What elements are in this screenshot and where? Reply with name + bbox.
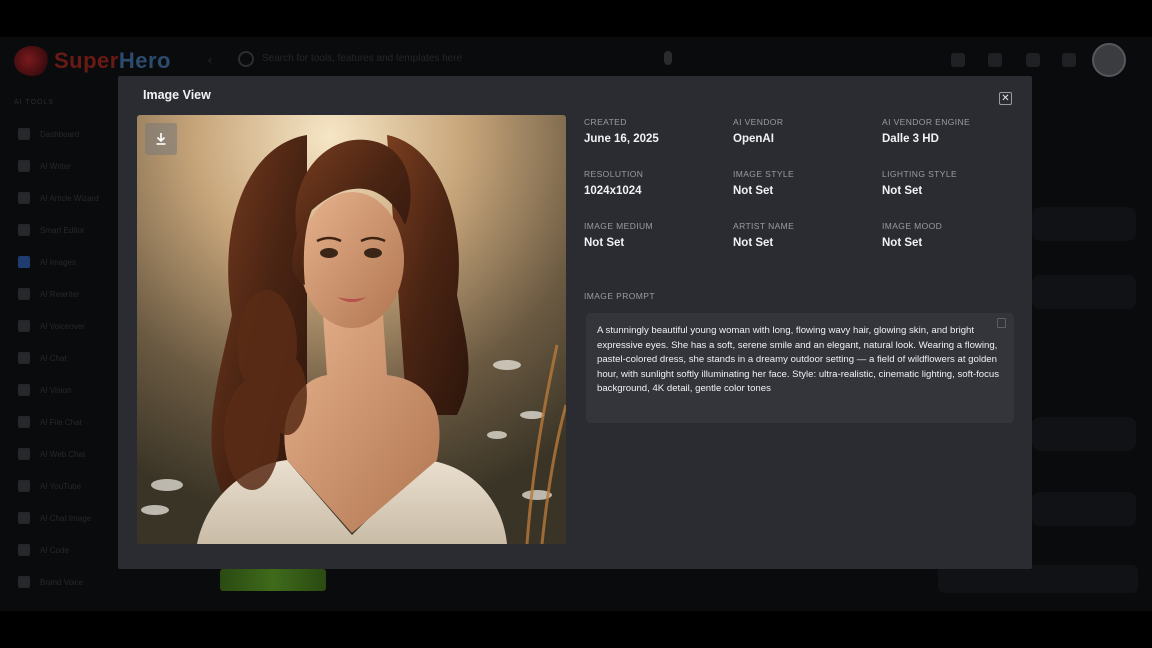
right-panel-card bbox=[1032, 492, 1136, 526]
meta-image-mood: IMAGE MOOD Not Set bbox=[882, 221, 943, 249]
meta-created: CREATED June 16, 2025 bbox=[584, 117, 659, 145]
sidebar-item-icon bbox=[18, 576, 30, 588]
download-button[interactable] bbox=[145, 123, 177, 155]
download-icon bbox=[156, 133, 166, 145]
sidebar-item-icon bbox=[18, 384, 30, 396]
sidebar-item[interactable]: AI Writer bbox=[18, 159, 118, 173]
sidebar-item[interactable]: AI YouTube bbox=[18, 479, 118, 493]
portrait-image bbox=[137, 115, 566, 544]
sidebar-title: AI TOOLS bbox=[14, 99, 55, 106]
right-panel-card bbox=[1032, 275, 1136, 309]
sidebar-item[interactable]: AI Web Chat bbox=[18, 447, 118, 461]
right-panel-card bbox=[1032, 417, 1136, 451]
meta-artist-name: ARTIST NAME Not Set bbox=[733, 221, 795, 249]
sidebar-item[interactable]: AI Rewriter bbox=[18, 287, 118, 301]
search-icon[interactable] bbox=[238, 51, 254, 67]
sidebar-item-icon bbox=[18, 416, 30, 428]
sidebar-item-icon bbox=[18, 320, 30, 332]
meta-image-medium: IMAGE MEDIUM Not Set bbox=[584, 221, 654, 249]
sidebar-item-label: AI Chat Image bbox=[40, 513, 92, 523]
search-input[interactable]: Search for tools, features and templates… bbox=[262, 53, 462, 64]
sidebar-item-icon bbox=[18, 128, 30, 140]
sidebar-item-label: Brand Voice bbox=[40, 577, 84, 587]
sidebar-item-label: AI Article Wizard bbox=[40, 193, 99, 203]
image-view-modal: Image View ✕ CREATED June 16, 2025 AI VE… bbox=[118, 76, 1032, 569]
sidebar-item-label: AI Writer bbox=[40, 161, 71, 171]
meta-ai-vendor: AI VENDOR OpenAI bbox=[733, 117, 784, 145]
sidebar-item[interactable]: AI Vision bbox=[18, 383, 118, 397]
sidebar-item-label: AI Images bbox=[40, 257, 77, 267]
sidebar-item-icon bbox=[18, 480, 30, 492]
sidebar: AI TOOLS Dashboard AI Writer AI Article Wi… bbox=[0, 85, 118, 611]
sidebar-item-label: AI Web Chat bbox=[40, 449, 86, 459]
sidebar-item-label: AI Code bbox=[40, 545, 69, 555]
copy-icon[interactable] bbox=[997, 318, 1006, 328]
theme-icon[interactable] bbox=[951, 53, 965, 67]
meta-lighting-style: LIGHTING STYLE Not Set bbox=[882, 169, 958, 197]
prompt-box: A stunningly beautiful young woman with … bbox=[586, 313, 1014, 423]
sidebar-item-icon bbox=[18, 448, 30, 460]
letterbox-bottom bbox=[0, 611, 1152, 648]
sidebar-item-icon bbox=[18, 288, 30, 300]
sidebar-item[interactable]: Brand Voice bbox=[18, 575, 118, 589]
sidebar-item-label: Dashboard bbox=[40, 129, 80, 139]
sidebar-item-label: AI File Chat bbox=[40, 417, 82, 427]
sidebar-item[interactable]: Dashboard bbox=[18, 127, 118, 141]
sidebar-item[interactable]: AI Chat Image bbox=[18, 511, 118, 525]
avatar[interactable] bbox=[1092, 43, 1126, 77]
settings-icon[interactable] bbox=[1062, 53, 1076, 67]
sidebar-item-icon bbox=[18, 256, 30, 268]
sidebar-item[interactable]: AI Chat bbox=[18, 351, 118, 365]
sidebar-item-label: AI Vision bbox=[40, 385, 72, 395]
right-panel-card bbox=[1032, 207, 1136, 241]
sidebar-item[interactable]: AI Article Wizard bbox=[18, 191, 118, 205]
prompt-text: A stunningly beautiful young woman with … bbox=[597, 325, 1000, 394]
meta-resolution: RESOLUTION 1024x1024 bbox=[584, 169, 644, 197]
sidebar-item-icon bbox=[18, 544, 30, 556]
close-icon: ✕ bbox=[1001, 92, 1010, 104]
letterbox-top bbox=[0, 0, 1152, 37]
load-more-button[interactable] bbox=[938, 565, 1138, 593]
logo-mark-icon bbox=[14, 46, 50, 76]
app-logo[interactable]: SuperHero bbox=[14, 45, 204, 77]
meta-image-style: IMAGE STYLE Not Set bbox=[733, 169, 795, 197]
sidebar-item-icon bbox=[18, 160, 30, 172]
mic-icon[interactable] bbox=[664, 51, 672, 65]
meta-ai-vendor-engine: AI VENDOR ENGINE Dalle 3 HD bbox=[882, 117, 971, 145]
sidebar-item[interactable]: Smart Editor bbox=[18, 223, 118, 237]
sidebar-item-icon bbox=[18, 224, 30, 236]
sidebar-item[interactable]: AI Code bbox=[18, 543, 118, 557]
sidebar-item-label: AI Rewriter bbox=[40, 289, 80, 299]
sidebar-item[interactable]: AI Images bbox=[18, 255, 118, 269]
generated-image bbox=[137, 115, 566, 544]
modal-title: Image View bbox=[143, 88, 211, 102]
prompt-label: IMAGE PROMPT bbox=[584, 291, 655, 301]
sidebar-item[interactable]: AI Voiceover bbox=[18, 319, 118, 333]
fullscreen-icon[interactable] bbox=[1026, 53, 1040, 67]
sidebar-item-label: AI Chat bbox=[40, 353, 67, 363]
sidebar-item-icon bbox=[18, 352, 30, 364]
image-thumbnail[interactable] bbox=[220, 569, 326, 591]
sidebar-item-label: AI YouTube bbox=[40, 481, 82, 491]
collapse-sidebar-icon[interactable]: ‹ bbox=[208, 53, 212, 67]
sidebar-item-icon bbox=[18, 512, 30, 524]
close-button[interactable]: ✕ bbox=[999, 92, 1012, 105]
sidebar-item-label: AI Voiceover bbox=[40, 321, 85, 331]
sidebar-item[interactable]: AI File Chat bbox=[18, 415, 118, 429]
sidebar-item-icon bbox=[18, 192, 30, 204]
notifications-icon[interactable] bbox=[988, 53, 1002, 67]
sidebar-item-label: Smart Editor bbox=[40, 225, 85, 235]
